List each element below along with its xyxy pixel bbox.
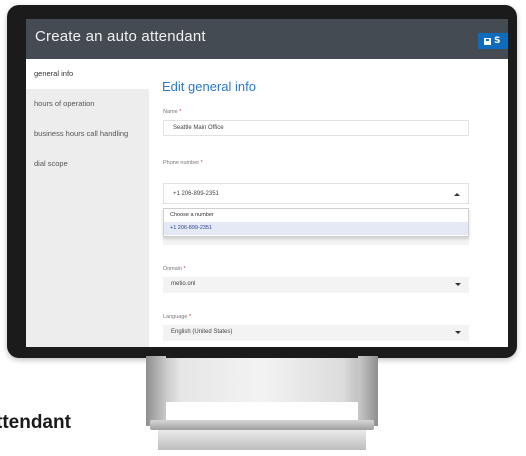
save-button-label: S xyxy=(494,36,501,46)
dropdown-header: Choose a number xyxy=(170,212,214,218)
language-select[interactable]: English (United States) xyxy=(163,325,469,341)
stand-arm-left xyxy=(146,356,166,426)
save-button[interactable]: S xyxy=(478,33,508,49)
save-icon xyxy=(484,37,491,45)
name-input[interactable]: Seattle Main Office xyxy=(163,120,469,136)
chevron-down-icon xyxy=(455,331,461,334)
main-content: Edit general info Name * Seattle Main Of… xyxy=(149,59,508,347)
page-title: Create an auto attendant xyxy=(35,28,206,45)
name-label: Name * xyxy=(163,109,182,115)
title-bar: Create an auto attendant S xyxy=(26,19,508,59)
sidebar-item-dial-scope[interactable]: dial scope xyxy=(26,149,149,179)
dropdown-option[interactable]: +1 206-899-2351 xyxy=(164,222,468,235)
caption-text: ttendant xyxy=(0,412,71,433)
stand-base xyxy=(150,420,374,430)
app-window: Create an auto attendant S general info … xyxy=(26,19,508,347)
chevron-down-icon xyxy=(455,283,461,286)
stand-foot xyxy=(158,430,366,450)
phone-number-label: Phone number * xyxy=(163,160,203,166)
phone-number-value: +1 206-899-2351 xyxy=(173,191,219,197)
sidebar-item-hours-of-operation[interactable]: hours of operation xyxy=(26,89,149,119)
language-value: English (United States) xyxy=(171,329,233,335)
obscured-select xyxy=(163,237,469,245)
domain-select[interactable]: metio.onl xyxy=(163,277,469,293)
section-heading: Edit general info xyxy=(162,79,256,94)
chevron-up-icon xyxy=(454,193,460,196)
stand-arm-right xyxy=(358,356,378,426)
language-label: Language * xyxy=(163,314,192,320)
sidebar-item-general-info[interactable]: general info xyxy=(26,59,149,89)
monitor-stand xyxy=(146,358,378,402)
sidebar: general info hours of operation business… xyxy=(26,59,149,347)
phone-number-select[interactable]: +1 206-899-2351 xyxy=(163,183,469,204)
phone-number-dropdown: Choose a number +1 206-899-2351 xyxy=(163,208,469,237)
sidebar-item-business-hours-call-handling[interactable]: business hours call handling xyxy=(26,119,149,149)
domain-value: metio.onl xyxy=(171,281,196,287)
monitor-frame: Create an auto attendant S general info … xyxy=(7,5,517,358)
domain-label: Domain * xyxy=(163,266,186,272)
